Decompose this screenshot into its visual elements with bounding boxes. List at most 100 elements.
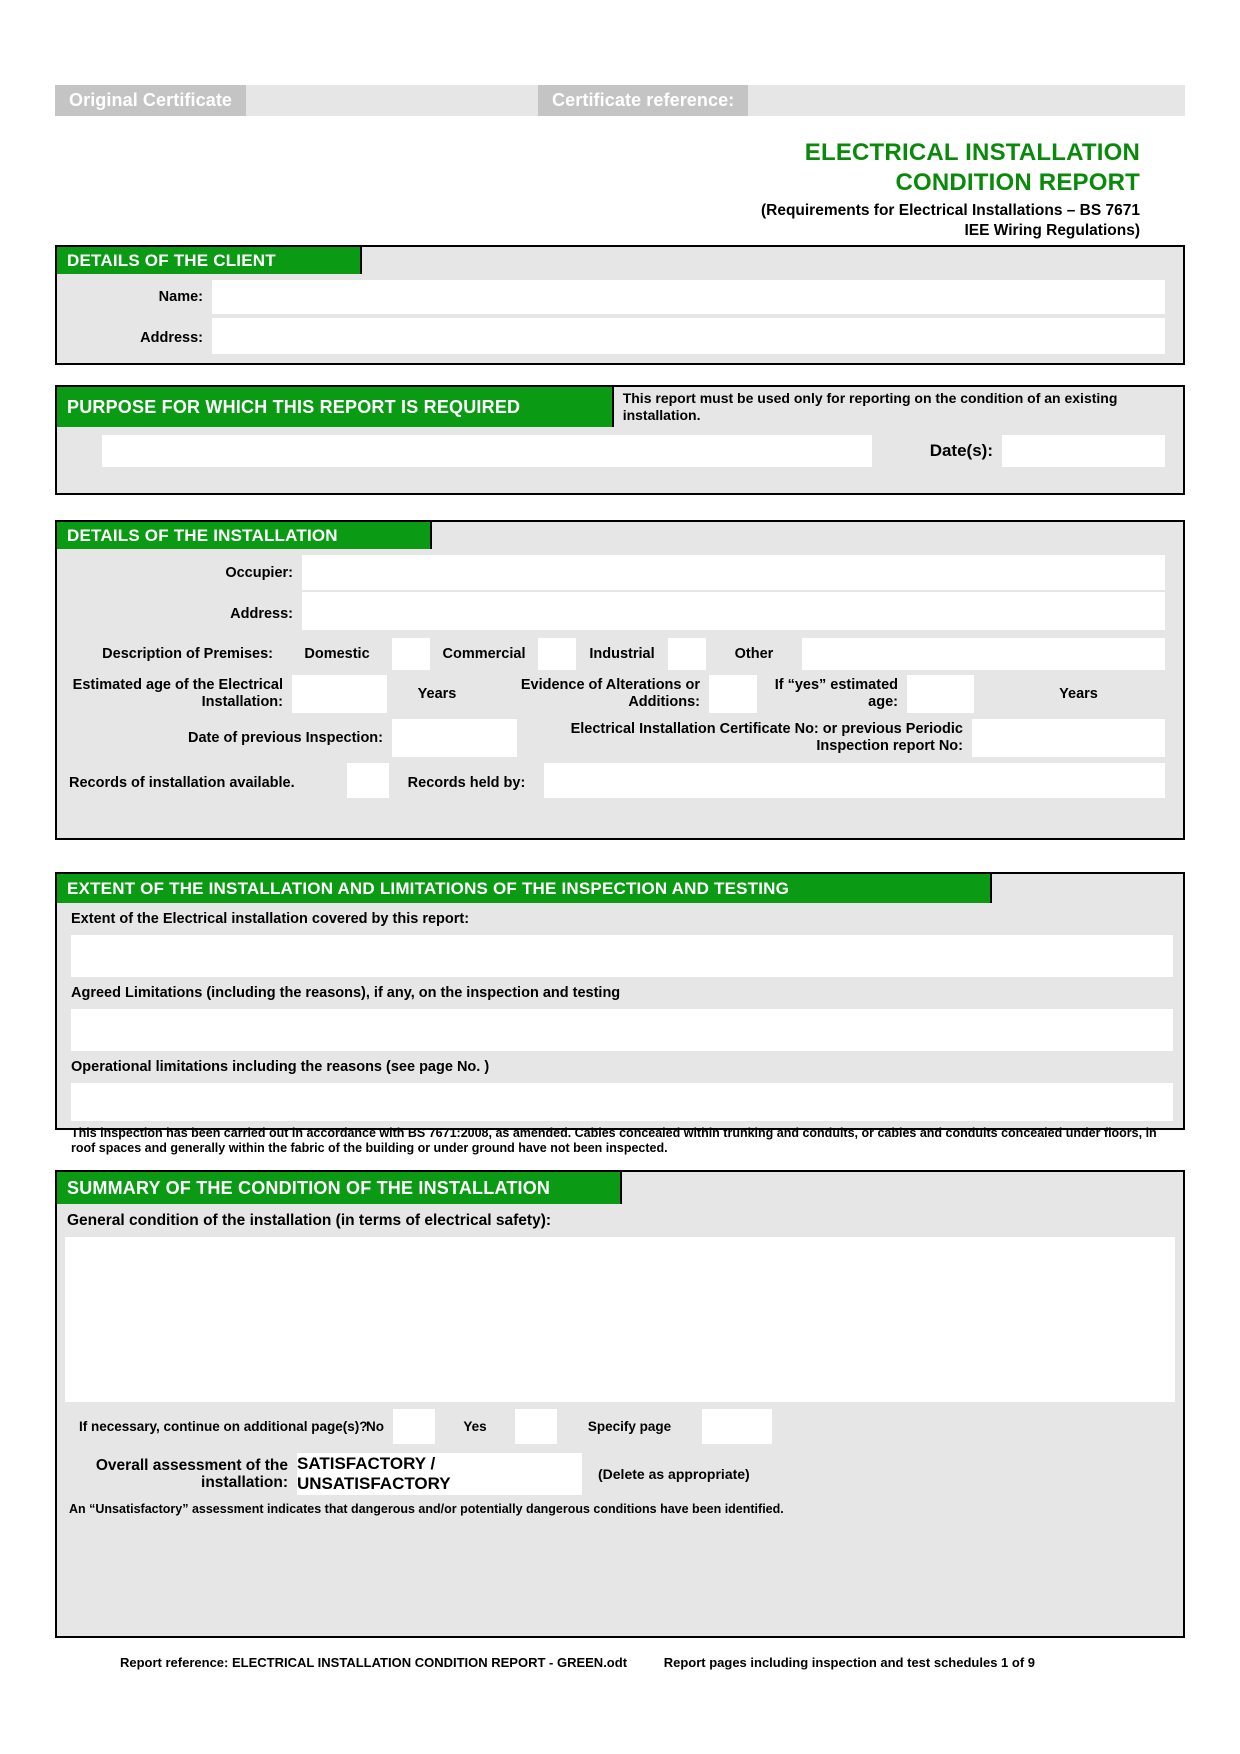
ribbon-gap xyxy=(246,85,538,116)
purpose-dates-label: Date(s): xyxy=(929,441,993,460)
client-heading-band: DETAILS OF THE CLIENT xyxy=(57,247,1183,274)
certificate-no-label: Electrical Installation Certificate No: … xyxy=(570,721,963,754)
purpose-heading: PURPOSE FOR WHICH THIS REPORT IS REQUIRE… xyxy=(57,387,614,427)
premises-commercial-label: Commercial xyxy=(442,646,526,662)
premises-domestic-label: Domestic xyxy=(304,646,370,662)
previous-inspection-row: Date of previous Inspection: Electrical … xyxy=(57,716,1183,760)
premises-row: Description of Premises: Domestic Commer… xyxy=(57,636,1183,672)
unsatisfactory-note: An “Unsatisfactory” assessment indicates… xyxy=(69,1502,784,1516)
records-held-label: Records held by: xyxy=(407,775,526,791)
operational-limitations-input[interactable] xyxy=(71,1083,1173,1121)
section-extent: EXTENT OF THE INSTALLATION AND LIMITATIO… xyxy=(55,872,1185,1155)
continue-no-label: No xyxy=(366,1418,384,1434)
page-footer: Report reference: ELECTRICAL INSTALLATIO… xyxy=(55,1655,1185,1670)
client-heading: DETAILS OF THE CLIENT xyxy=(57,247,362,274)
purpose-input[interactable] xyxy=(102,435,872,467)
purpose-dates-input[interactable] xyxy=(1002,435,1165,467)
extent-heading-band: EXTENT OF THE INSTALLATION AND LIMITATIO… xyxy=(57,874,1183,903)
estimated-age-row: Estimated age of the Electrical Installa… xyxy=(57,672,1183,716)
previous-inspection-input[interactable] xyxy=(392,719,517,757)
evidence-label: Evidence of Alterations or Additions: xyxy=(520,677,700,710)
agreed-limitations-label: Agreed Limitations (including the reason… xyxy=(71,985,621,1001)
client-name-label: Name: xyxy=(158,289,203,305)
general-condition-label: General condition of the installation (i… xyxy=(67,1211,552,1229)
footer-page-count: Report pages including inspection and te… xyxy=(663,1655,1035,1670)
premises-label: Description of Premises: xyxy=(102,646,273,662)
continue-yes-label: Yes xyxy=(463,1418,487,1434)
extent-covered-label: Extent of the Electrical installation co… xyxy=(71,911,470,927)
title-line-1: ELECTRICAL INSTALLATION xyxy=(804,139,1140,166)
operational-limitations-label: Operational limitations including the re… xyxy=(71,1059,490,1075)
summary-heading: SUMMARY OF THE CONDITION OF THE INSTALLA… xyxy=(57,1172,622,1204)
previous-inspection-label: Date of previous Inspection: xyxy=(188,730,383,746)
installation-address-input[interactable] xyxy=(302,592,1165,630)
premises-industrial-label: Industrial xyxy=(589,646,655,662)
extent-heading: EXTENT OF THE INSTALLATION AND LIMITATIO… xyxy=(57,874,992,903)
occupier-row: Occupier: xyxy=(57,549,1183,591)
section-purpose: PURPOSE FOR WHICH THIS REPORT IS REQUIRE… xyxy=(55,385,1185,495)
report-page: Original Certificate Certificate referen… xyxy=(0,0,1240,1754)
purpose-heading-band: PURPOSE FOR WHICH THIS REPORT IS REQUIRE… xyxy=(57,387,1183,427)
estimated-age-input[interactable] xyxy=(292,675,387,713)
client-address-row: Address: xyxy=(57,316,1183,360)
records-held-input[interactable] xyxy=(544,763,1165,798)
purpose-value-row: Date(s): xyxy=(57,427,1183,467)
section-summary: SUMMARY OF THE CONDITION OF THE INSTALLA… xyxy=(55,1170,1185,1638)
summary-heading-band: SUMMARY OF THE CONDITION OF THE INSTALLA… xyxy=(57,1172,1183,1204)
records-available-checkbox[interactable] xyxy=(347,763,389,798)
extent-covered-input[interactable] xyxy=(71,935,1173,977)
if-yes-years-label: Years xyxy=(1059,686,1098,702)
purpose-note: This report must be used only for report… xyxy=(622,390,1118,423)
title-line-2: CONDITION REPORT xyxy=(895,169,1140,196)
occupier-label: Occupier: xyxy=(225,564,293,581)
purpose-left-spacer xyxy=(57,435,102,467)
premises-other-input[interactable] xyxy=(802,638,1165,670)
premises-other-label: Other xyxy=(734,646,774,662)
extent-heading-filler xyxy=(992,874,1183,903)
premises-commercial-checkbox[interactable] xyxy=(538,638,576,670)
client-name-row: Name: xyxy=(57,274,1183,316)
continue-yes-checkbox[interactable] xyxy=(515,1408,557,1444)
certificate-reference-tab: Certificate reference: xyxy=(538,85,749,116)
section-details-of-client: DETAILS OF THE CLIENT Name: Address: xyxy=(55,245,1185,365)
general-condition-input[interactable] xyxy=(65,1237,1175,1402)
specify-page-input[interactable] xyxy=(702,1408,772,1444)
estimated-age-years-label: Years xyxy=(417,686,457,702)
continue-additional-label: If necessary, continue on additional pag… xyxy=(79,1418,368,1434)
installation-address-row: Address: xyxy=(57,591,1183,636)
occupier-input[interactable] xyxy=(302,555,1165,590)
section-details-of-installation: DETAILS OF THE INSTALLATION Occupier: Ad… xyxy=(55,520,1185,840)
installation-address-label: Address: xyxy=(230,605,293,622)
extent-disclaimer: This inspection has been carried out in … xyxy=(71,1126,1157,1155)
installation-heading-band: DETAILS OF THE INSTALLATION xyxy=(57,522,1183,549)
client-address-input[interactable] xyxy=(212,318,1165,354)
client-heading-filler xyxy=(362,247,1183,274)
overall-assessment-label: Overall assessment of the installation: xyxy=(95,1457,288,1491)
continue-no-checkbox[interactable] xyxy=(393,1408,435,1444)
installation-heading-filler xyxy=(432,522,1183,549)
page-title: ELECTRICAL INSTALLATION CONDITION REPORT… xyxy=(55,138,1140,241)
if-yes-label: If “yes” estimated age: xyxy=(774,677,898,710)
delete-as-appropriate-note: (Delete as appropriate) xyxy=(598,1466,750,1482)
overall-assessment-row: Overall assessment of the installation: … xyxy=(57,1450,1183,1498)
estimated-age-label: Estimated age of the Electrical Installa… xyxy=(72,677,283,710)
client-address-label: Address: xyxy=(140,330,203,346)
evidence-checkbox[interactable] xyxy=(709,675,757,713)
original-certificate-tab: Original Certificate xyxy=(55,85,247,116)
header-ribbon: Original Certificate Certificate referen… xyxy=(55,85,1185,116)
premises-industrial-checkbox[interactable] xyxy=(668,638,706,670)
installation-heading: DETAILS OF THE INSTALLATION xyxy=(57,522,432,549)
premises-domestic-checkbox[interactable] xyxy=(392,638,430,670)
title-sub-2: IEE Wiring Regulations) xyxy=(964,222,1140,239)
certificate-reference-input[interactable] xyxy=(748,85,1185,116)
title-sub-1: (Requirements for Electrical Installatio… xyxy=(760,202,1140,219)
footer-report-reference: Report reference: ELECTRICAL INSTALLATIO… xyxy=(120,1655,628,1670)
client-name-input[interactable] xyxy=(212,280,1165,314)
certificate-no-input[interactable] xyxy=(972,719,1165,757)
specify-page-label: Specify page xyxy=(587,1418,672,1434)
agreed-limitations-input[interactable] xyxy=(71,1009,1173,1051)
records-available-label: Records of installation available. xyxy=(69,775,295,791)
if-yes-input[interactable] xyxy=(907,675,974,713)
overall-assessment-value[interactable]: SATISFACTORY / UNSATISFACTORY xyxy=(297,1453,582,1495)
summary-heading-filler xyxy=(622,1172,1183,1204)
